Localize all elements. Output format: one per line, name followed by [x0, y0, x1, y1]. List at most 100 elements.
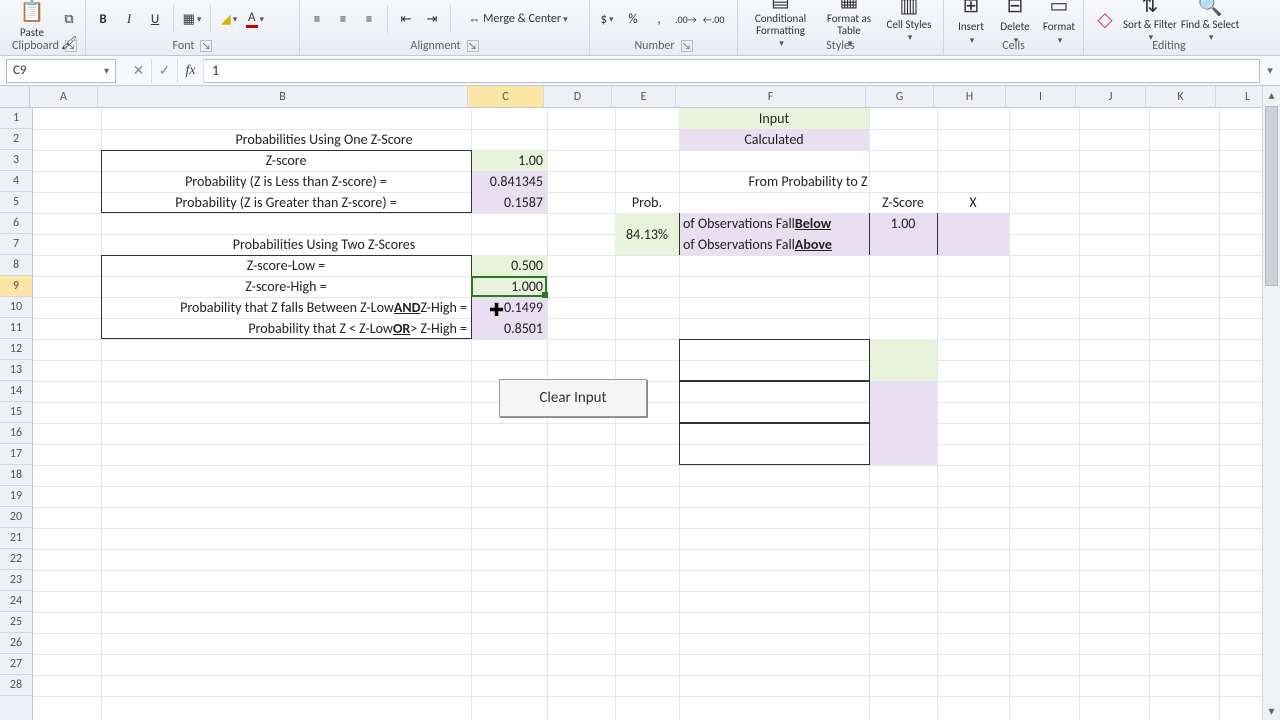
- underline-button[interactable]: U: [144, 8, 166, 30]
- fill-color-button[interactable]: ◢: [218, 8, 240, 30]
- percent-format-button[interactable]: %: [622, 8, 644, 30]
- cut-button[interactable]: ✂: [58, 0, 80, 6]
- row-header-15[interactable]: 15: [0, 402, 32, 423]
- ribbon-group-clipboard: 📋 Paste ✂ ⧉ 🖌 Clipboard↘: [4, 0, 86, 55]
- cells-area[interactable]: InputCalculatedProbabilities Using One Z…: [33, 108, 1280, 720]
- row-header-23[interactable]: 23: [0, 570, 32, 591]
- format-as-table-button[interactable]: ▦Format as Table: [819, 0, 879, 41]
- zlow-value: 0.500: [471, 255, 547, 276]
- italic-button[interactable]: I: [118, 8, 140, 30]
- col-header-D[interactable]: D: [544, 86, 612, 107]
- font-color-button[interactable]: A: [244, 8, 266, 30]
- ribbon: 📋 Paste ✂ ⧉ 🖌 Clipboard↘ B I U ▦ ◢ A Fon…: [0, 0, 1280, 56]
- zscore-out-2: [869, 234, 937, 255]
- scroll-up-arrow[interactable]: ▴: [1263, 86, 1280, 104]
- row-header-27[interactable]: 27: [0, 654, 32, 675]
- cell-styles-button[interactable]: ▥Cell Styles: [881, 0, 937, 41]
- prob-value: 84.13%: [615, 213, 679, 255]
- row-header-4[interactable]: 4: [0, 171, 32, 192]
- col-header-H[interactable]: H: [934, 86, 1006, 107]
- clear-input-button[interactable]: Clear Input: [499, 379, 647, 417]
- accounting-format-button[interactable]: $: [596, 8, 618, 30]
- row-header-22[interactable]: 22: [0, 549, 32, 570]
- dialog-launcher-icon[interactable]: ↘: [681, 40, 693, 52]
- sort-filter-button[interactable]: ⇅Sort & Filter: [1122, 0, 1178, 41]
- insert-button[interactable]: ⊞Insert: [950, 0, 992, 41]
- row-header-9[interactable]: 9: [0, 276, 32, 297]
- row-header-25[interactable]: 25: [0, 612, 32, 633]
- col-header-G[interactable]: G: [866, 86, 934, 107]
- format-button[interactable]: ▭Format: [1038, 0, 1080, 41]
- row-header-6[interactable]: 6: [0, 213, 32, 234]
- row-header-20[interactable]: 20: [0, 507, 32, 528]
- dialog-launcher-icon[interactable]: ↘: [467, 40, 479, 52]
- comma-format-button[interactable]: ,: [648, 8, 670, 30]
- zscore-value: 1.00: [471, 150, 547, 171]
- row-header-24[interactable]: 24: [0, 591, 32, 612]
- col-header-J[interactable]: J: [1076, 86, 1146, 107]
- row-header-13[interactable]: 13: [0, 360, 32, 381]
- row-header-17[interactable]: 17: [0, 444, 32, 465]
- align-right-button[interactable]: ≡: [358, 8, 380, 30]
- spreadsheet-grid: ABCDEFGHIJKL 123456789101112131415161718…: [0, 86, 1280, 720]
- row-header-1[interactable]: 1: [0, 108, 32, 129]
- row-header-14[interactable]: 14: [0, 381, 32, 402]
- row-header-26[interactable]: 26: [0, 633, 32, 654]
- legend-input: Input: [679, 108, 869, 129]
- paste-button[interactable]: 📋 Paste: [10, 0, 54, 41]
- merge-center-button[interactable]: ⇔ Merge & Center: [458, 8, 578, 30]
- increase-decimal-button[interactable]: .00→: [674, 8, 698, 30]
- formula-input[interactable]: 1: [204, 59, 1260, 83]
- row-header-19[interactable]: 19: [0, 486, 32, 507]
- row-header-2[interactable]: 2: [0, 129, 32, 150]
- row-header-10[interactable]: 10: [0, 297, 32, 318]
- insert-icon: ⊞: [963, 0, 980, 18]
- clear-button[interactable]: ◇: [1090, 0, 1120, 41]
- row-header-11[interactable]: 11: [0, 318, 32, 339]
- row-header-8[interactable]: 8: [0, 255, 32, 276]
- col-header-F[interactable]: F: [676, 86, 866, 107]
- row-header-18[interactable]: 18: [0, 465, 32, 486]
- scroll-down-arrow[interactable]: ▾: [1263, 702, 1280, 720]
- conditional-formatting-button[interactable]: ▤Conditional Formatting: [744, 0, 817, 41]
- align-center-button[interactable]: ≡: [332, 8, 354, 30]
- row-header-12[interactable]: 12: [0, 339, 32, 360]
- delete-button[interactable]: ⊟Delete: [994, 0, 1036, 41]
- row-header-7[interactable]: 7: [0, 234, 32, 255]
- group-label: Editing: [1152, 39, 1185, 53]
- dialog-launcher-icon[interactable]: ↘: [65, 40, 77, 52]
- row-header-5[interactable]: 5: [0, 192, 32, 213]
- decrease-indent-button[interactable]: ⇤: [395, 8, 417, 30]
- name-box[interactable]: C9 ▾: [6, 59, 116, 83]
- col-header-C[interactable]: C: [468, 86, 544, 107]
- insert-function-button[interactable]: fx: [178, 59, 204, 83]
- increase-indent-button[interactable]: ⇥: [421, 8, 443, 30]
- col-header-I[interactable]: I: [1006, 86, 1076, 107]
- find-select-button[interactable]: 🔍Find & Select: [1180, 0, 1240, 41]
- lower-box-2-g: [869, 381, 937, 423]
- bold-button[interactable]: B: [92, 8, 114, 30]
- col-header-A[interactable]: A: [30, 86, 98, 107]
- select-all-corner[interactable]: [0, 86, 30, 107]
- row-header-16[interactable]: 16: [0, 423, 32, 444]
- formula-cancel-button[interactable]: ✕: [126, 59, 152, 83]
- scissors-icon: ✂: [64, 0, 75, 3]
- group-label: Clipboard: [12, 39, 59, 53]
- copy-button[interactable]: ⧉: [58, 8, 80, 30]
- decrease-decimal-button[interactable]: ←.00: [702, 8, 726, 30]
- x-out-1: [937, 213, 1009, 234]
- formula-enter-button[interactable]: ✓: [152, 59, 178, 83]
- col-header-E[interactable]: E: [612, 86, 676, 107]
- row-header-28[interactable]: 28: [0, 675, 32, 696]
- borders-button[interactable]: ▦: [181, 8, 203, 30]
- group-label: Alignment: [410, 39, 460, 53]
- dialog-launcher-icon[interactable]: ↘: [200, 40, 212, 52]
- row-header-3[interactable]: 3: [0, 150, 32, 171]
- col-header-B[interactable]: B: [98, 86, 468, 107]
- expand-formula-bar[interactable]: ▾: [1260, 64, 1280, 77]
- col-header-K[interactable]: K: [1146, 86, 1216, 107]
- vertical-scrollbar[interactable]: ▴ ▾: [1262, 86, 1280, 720]
- scroll-thumb[interactable]: [1265, 106, 1278, 286]
- row-header-21[interactable]: 21: [0, 528, 32, 549]
- align-left-button[interactable]: ≡: [306, 8, 328, 30]
